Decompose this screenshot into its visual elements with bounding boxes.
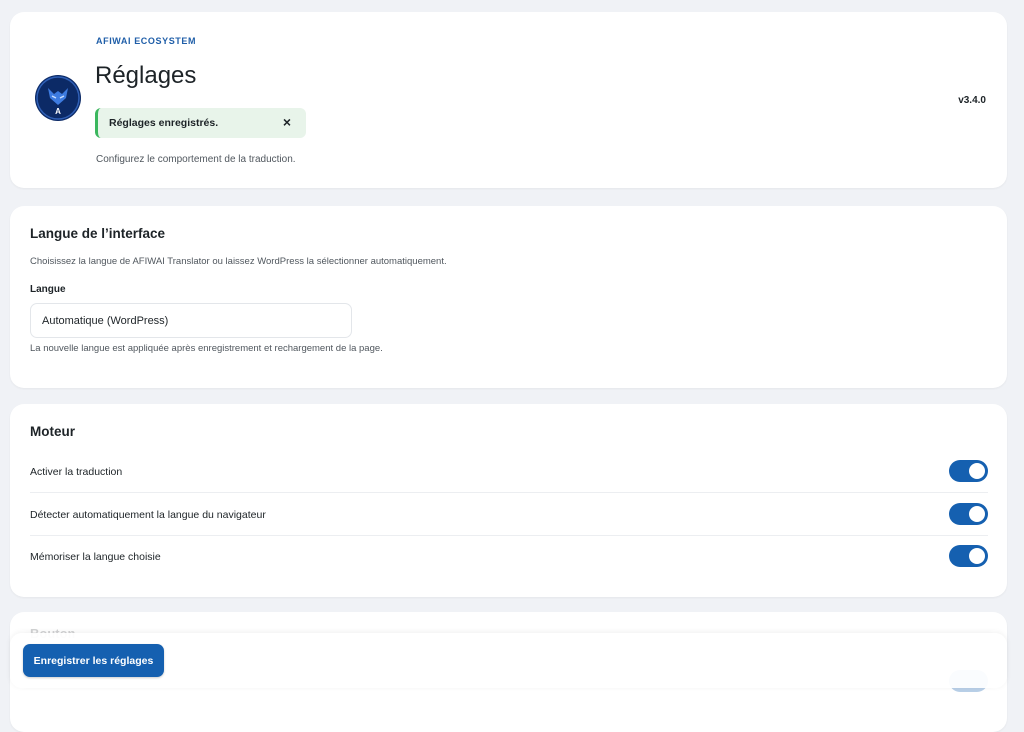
toggle-label: Activer la traduction	[30, 465, 123, 478]
save-bar: Enregistrer les réglages	[10, 633, 1007, 688]
language-card: Langue de l’interface Choisissez la lang…	[10, 206, 1007, 388]
header-card: A AFIWAI ECOSYSTEM Réglages Réglages enr…	[10, 12, 1007, 188]
toggle-label: Mémoriser la langue choisie	[30, 551, 161, 563]
brand-label: AFIWAI ECOSYSTEM	[96, 36, 197, 46]
remember-language-toggle[interactable]	[949, 545, 988, 567]
language-field-label: Langue	[30, 284, 66, 295]
notice-text: Réglages enregistrés.	[109, 117, 219, 129]
page-title: Réglages	[95, 62, 197, 89]
enable-translation-toggle[interactable]	[949, 460, 988, 482]
engine-card: Moteur Activer la traduction Détecter au…	[10, 404, 1007, 597]
language-select-value: Automatique (WordPress)	[42, 314, 169, 327]
toggle-row-detect-language: Détecter automatiquement la langue du na…	[30, 494, 988, 536]
close-icon[interactable]: ×	[280, 115, 294, 129]
toggle-knob	[969, 463, 985, 479]
afiwai-logo-icon: A	[35, 75, 81, 121]
svg-text:A: A	[55, 107, 61, 116]
language-select[interactable]: Automatique (WordPress)	[30, 303, 352, 338]
save-settings-button[interactable]: Enregistrer les réglages	[23, 644, 164, 677]
page-subtitle: Configurez le comportement de la traduct…	[96, 154, 296, 165]
language-description: Choisissez la langue de AFIWAI Translato…	[30, 256, 447, 267]
toggle-label: Détecter automatiquement la langue du na…	[30, 508, 266, 521]
language-help-text: La nouvelle langue est appliquée après e…	[30, 343, 383, 354]
section-title-language: Langue de l’interface	[30, 226, 166, 241]
version-label: v3.4.0	[958, 95, 986, 106]
success-notice: Réglages enregistrés. ×	[95, 108, 306, 138]
section-title-engine: Moteur	[30, 424, 75, 439]
toggle-row-translation: Activer la traduction	[30, 451, 988, 493]
toggle-row-remember-language: Mémoriser la langue choisie	[30, 536, 988, 578]
toggle-knob	[969, 548, 985, 564]
detect-language-toggle[interactable]	[949, 503, 988, 525]
toggle-knob	[969, 506, 985, 522]
